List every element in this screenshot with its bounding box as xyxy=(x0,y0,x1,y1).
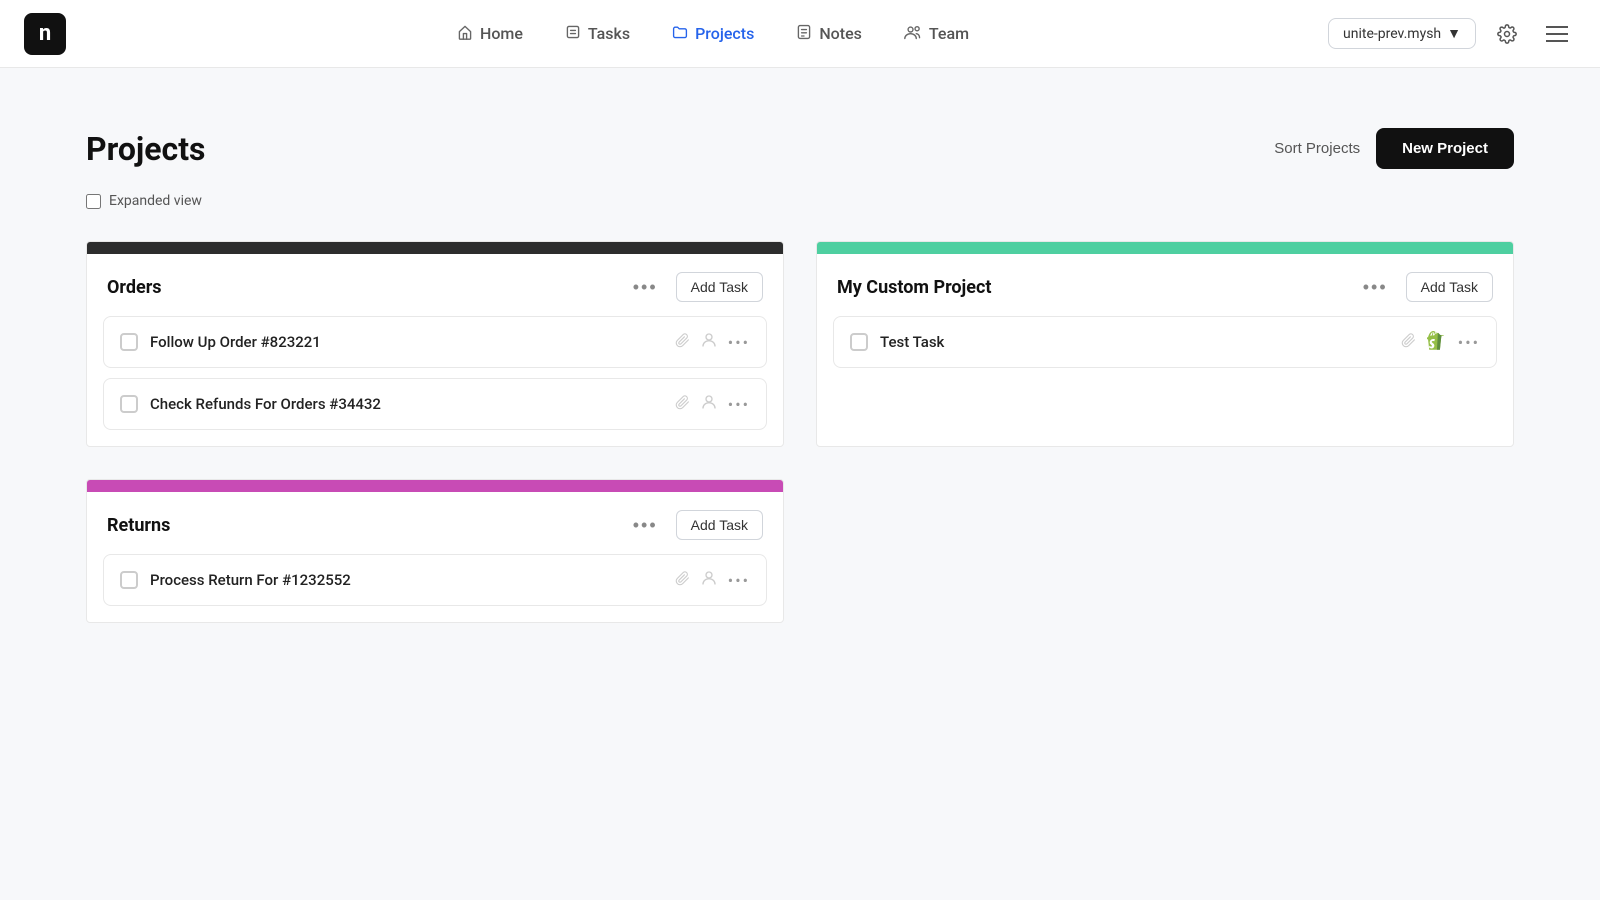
page-header: Projects Sort Projects New Project xyxy=(86,128,1514,169)
tasks-list-orders: Follow Up Order #823221 •••Check Refunds… xyxy=(87,316,783,446)
add-task-button-orders[interactable]: Add Task xyxy=(676,272,763,302)
task-item: Test Task ••• xyxy=(833,316,1497,368)
nav-team[interactable]: Team xyxy=(886,16,987,52)
user-icon[interactable] xyxy=(700,331,718,353)
project-color-bar-orders xyxy=(87,242,783,254)
project-header-returns: Returns ••• Add Task xyxy=(87,492,783,554)
project-actions-returns: ••• Add Task xyxy=(627,510,763,540)
task-item: Process Return For #1232552 ••• xyxy=(103,554,767,606)
nav-tasks[interactable]: Tasks xyxy=(547,16,648,52)
project-color-bar-returns xyxy=(87,480,783,492)
task-actions: ••• xyxy=(675,331,750,353)
project-name-orders: Orders xyxy=(107,277,162,298)
nav-projects[interactable]: Projects xyxy=(654,16,772,52)
user-icon[interactable] xyxy=(700,393,718,415)
header-actions: Sort Projects New Project xyxy=(1274,128,1514,169)
project-card-orders: Orders ••• Add Task Follow Up Order #823221… xyxy=(86,241,784,447)
nav-home[interactable]: Home xyxy=(439,16,541,52)
task-name: Follow Up Order #823221 xyxy=(150,333,663,351)
project-dots-button-my-custom-project[interactable]: ••• xyxy=(1357,275,1394,300)
add-task-button-my-custom-project[interactable]: Add Task xyxy=(1406,272,1493,302)
task-name: Process Return For #1232552 xyxy=(150,571,663,589)
task-name: Check Refunds For Orders #34432 xyxy=(150,395,663,413)
task-checkbox[interactable] xyxy=(120,333,138,351)
main-content: Projects Sort Projects New Project Expan… xyxy=(0,68,1600,663)
task-dots-button[interactable]: ••• xyxy=(1458,333,1480,352)
settings-button[interactable] xyxy=(1488,15,1526,53)
project-header-orders: Orders ••• Add Task xyxy=(87,254,783,316)
task-dots-button[interactable]: ••• xyxy=(728,333,750,352)
project-actions-orders: ••• Add Task xyxy=(627,272,763,302)
project-card-my-custom-project: My Custom Project ••• Add Task Test Task ••… xyxy=(816,241,1514,447)
navbar-right: unite-prev.mysh ▼ xyxy=(1328,15,1576,53)
expanded-view-toggle: Expanded view xyxy=(86,193,1514,209)
home-icon xyxy=(457,24,473,44)
project-actions-my-custom-project: ••• Add Task xyxy=(1357,272,1493,302)
notes-icon xyxy=(796,24,812,44)
project-name-my-custom-project: My Custom Project xyxy=(837,277,991,298)
task-item: Check Refunds For Orders #34432 ••• xyxy=(103,378,767,430)
app-logo[interactable]: n xyxy=(24,13,66,55)
nav-links: Home Tasks Projects xyxy=(98,16,1328,52)
sort-projects-button[interactable]: Sort Projects xyxy=(1274,140,1360,157)
shopify-icon[interactable] xyxy=(1426,331,1448,353)
project-color-bar-my-custom-project xyxy=(817,242,1513,254)
task-checkbox[interactable] xyxy=(120,571,138,589)
project-dots-button-orders[interactable]: ••• xyxy=(627,275,664,300)
store-selector[interactable]: unite-prev.mysh ▼ xyxy=(1328,18,1476,49)
chevron-down-icon: ▼ xyxy=(1447,25,1461,42)
user-icon[interactable] xyxy=(700,569,718,591)
paperclip-icon[interactable] xyxy=(675,395,690,414)
project-name-returns: Returns xyxy=(107,515,170,536)
task-actions: ••• xyxy=(1401,331,1480,353)
team-icon xyxy=(904,24,922,44)
task-actions: ••• xyxy=(675,393,750,415)
projects-grid: Orders ••• Add Task Follow Up Order #823221… xyxy=(86,241,1514,623)
task-checkbox[interactable] xyxy=(850,333,868,351)
task-dots-button[interactable]: ••• xyxy=(728,571,750,590)
paperclip-icon[interactable] xyxy=(675,333,690,352)
expanded-view-label[interactable]: Expanded view xyxy=(109,193,202,209)
navbar: n Home Tasks xyxy=(0,0,1600,68)
task-item: Follow Up Order #823221 ••• xyxy=(103,316,767,368)
tasks-list-returns: Process Return For #1232552 ••• xyxy=(87,554,783,622)
add-task-button-returns[interactable]: Add Task xyxy=(676,510,763,540)
tasks-list-my-custom-project: Test Task ••• xyxy=(817,316,1513,384)
paperclip-icon[interactable] xyxy=(675,571,690,590)
expanded-view-checkbox[interactable] xyxy=(86,194,101,209)
project-header-my-custom-project: My Custom Project ••• Add Task xyxy=(817,254,1513,316)
paperclip-icon[interactable] xyxy=(1401,333,1416,352)
hamburger-menu-button[interactable] xyxy=(1538,15,1576,53)
project-dots-button-returns[interactable]: ••• xyxy=(627,513,664,538)
task-actions: ••• xyxy=(675,569,750,591)
task-name: Test Task xyxy=(880,333,1389,351)
projects-icon xyxy=(672,24,688,44)
page-title: Projects xyxy=(86,130,205,168)
project-card-returns: Returns ••• Add Task Process Return For #12… xyxy=(86,479,784,623)
tasks-icon xyxy=(565,24,581,44)
nav-notes[interactable]: Notes xyxy=(778,16,880,52)
task-checkbox[interactable] xyxy=(120,395,138,413)
new-project-button[interactable]: New Project xyxy=(1376,128,1514,169)
task-dots-button[interactable]: ••• xyxy=(728,395,750,414)
